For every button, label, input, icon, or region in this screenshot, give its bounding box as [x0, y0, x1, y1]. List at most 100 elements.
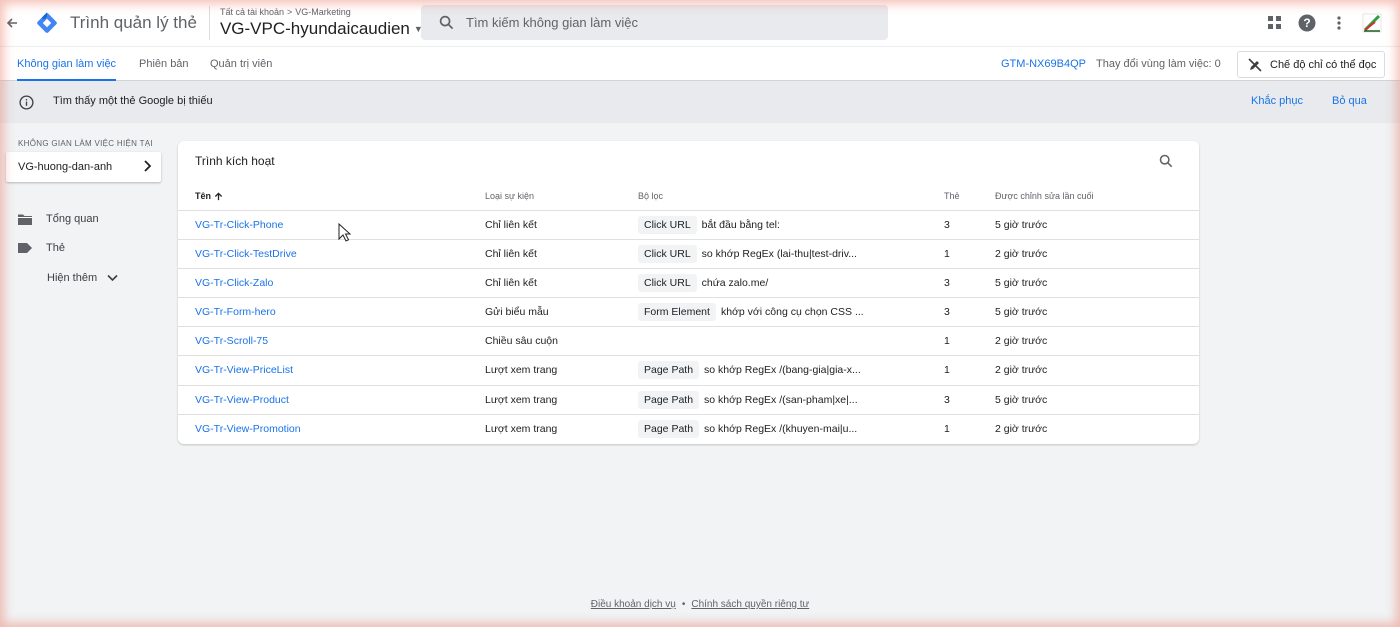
- trigger-name-link[interactable]: VG-Tr-View-Promotion: [195, 415, 301, 444]
- column-header-filter[interactable]: Bộ lọc: [638, 191, 663, 201]
- table-row[interactable]: VG-Tr-Click-TestDrive Chỉ liên kết Click U…: [178, 239, 1199, 268]
- filter-variable-chip: Page Path: [638, 419, 700, 438]
- event-type: Chỉ liên kết: [485, 248, 537, 261]
- column-header-last-edited[interactable]: Được chỉnh sửa lần cuối: [995, 191, 1094, 201]
- column-header-event-type[interactable]: Loại sự kiện: [485, 191, 534, 201]
- trigger-name-link[interactable]: VG-Tr-Click-Phone: [195, 211, 283, 240]
- dismiss-button[interactable]: Bỏ qua: [1332, 95, 1367, 107]
- tab-versions[interactable]: Phiên bản: [139, 47, 189, 81]
- last-edited: 2 giờ trước: [995, 335, 1048, 348]
- app-title: Trình quản lý thẻ: [70, 13, 197, 32]
- privacy-policy-link[interactable]: Chính sách quyền riêng tư: [691, 599, 809, 610]
- svg-text:?: ?: [1303, 16, 1310, 30]
- tag-manager-logo[interactable]: [34, 10, 60, 36]
- last-edited: 2 giờ trước: [995, 422, 1048, 435]
- table-row[interactable]: VG-Tr-Scroll-75 Chiều sâu cuộn 1 2 giờ trướ…: [178, 326, 1199, 355]
- workspace-search[interactable]: [421, 5, 888, 40]
- show-more-label: Hiện thêm: [47, 272, 98, 284]
- trigger-name-link[interactable]: VG-Tr-Click-TestDrive: [195, 240, 297, 269]
- tag-count: 3: [944, 219, 950, 231]
- search-icon[interactable]: [1159, 154, 1173, 173]
- event-type: Lượt xem trang: [485, 422, 558, 435]
- folder-icon: [18, 214, 32, 225]
- filter-cell: Page Path so khớp RegEx /(san-pham|xe|...: [638, 386, 858, 414]
- sidebar-item-overview[interactable]: Tổng quan: [18, 213, 99, 225]
- breadcrumb: Tất cả tài khoản > VG-Marketing: [220, 7, 423, 17]
- edit-off-icon: [1248, 57, 1262, 72]
- current-workspace-selector[interactable]: VG-huong-dan-anh: [6, 152, 161, 182]
- filter-variable-chip: Click URL: [638, 245, 697, 264]
- table-row[interactable]: VG-Tr-View-PriceList Lượt xem trang Page P…: [178, 355, 1199, 384]
- search-icon: [439, 15, 454, 30]
- fix-button[interactable]: Khắc phục: [1251, 95, 1303, 107]
- filter-condition: so khớp RegEx /(khuyen-mai|u...: [704, 422, 858, 435]
- terms-of-service-link[interactable]: Điều khoản dịch vụ: [591, 599, 676, 610]
- missing-tag-notice: Tìm thấy một thẻ Google bị thiếu Khắc ph…: [0, 81, 1400, 123]
- sidebar-item-tags[interactable]: Thẻ: [18, 242, 65, 254]
- sidebar-item-label: Tổng quan: [46, 213, 99, 225]
- chevron-down-icon: [107, 274, 118, 282]
- tag-count: 3: [944, 277, 950, 290]
- tab-admin[interactable]: Quản trị viên: [210, 47, 272, 81]
- filter-variable-chip: Page Path: [638, 390, 700, 409]
- column-header-name[interactable]: Tên: [195, 191, 223, 201]
- column-header-name-label: Tên: [195, 191, 212, 201]
- more-vert-icon[interactable]: [1330, 14, 1348, 32]
- current-workspace-label: KHÔNG GIAN LÀM VIỆC HIỆN TẠI: [18, 139, 153, 148]
- table-row[interactable]: VG-Tr-View-Product Lượt xem trang Page Pat…: [178, 384, 1199, 415]
- apps-grid-icon[interactable]: [1266, 14, 1284, 32]
- help-icon[interactable]: ?: [1298, 14, 1316, 32]
- trigger-name-link[interactable]: VG-Tr-Click-Zalo: [195, 269, 273, 298]
- breadcrumb-all-accounts[interactable]: Tất cả tài khoản: [220, 7, 284, 17]
- search-input[interactable]: [466, 15, 866, 30]
- event-type: Gửi biểu mẫu: [485, 306, 549, 319]
- workspace-changes-count: Thay đổi vùng làm việc: 0: [1096, 58, 1221, 70]
- top-app-bar: Trình quản lý thẻ Tất cả tài khoản > VG-…: [0, 0, 1400, 46]
- container-selector[interactable]: Tất cả tài khoản > VG-Marketing VG-VPC-h…: [220, 7, 423, 39]
- chevron-right-icon: [144, 160, 151, 172]
- filter-condition: chứa zalo.me/: [701, 277, 769, 290]
- table-row[interactable]: VG-Tr-Click-Zalo Chỉ liên kết Click URL chứ…: [178, 268, 1199, 297]
- triggers-card: Trình kích hoạt Tên Loại sự kiện Bộ lọc …: [178, 141, 1199, 444]
- container-id-link[interactable]: GTM-NX69B4QP: [1001, 47, 1086, 81]
- filter-condition: bắt đầu bằng tel:: [701, 219, 780, 231]
- tag-icon: [18, 243, 32, 253]
- filter-variable-chip: Click URL: [638, 216, 697, 234]
- tag-count: 1: [944, 422, 950, 435]
- card-title: Trình kích hoạt: [195, 154, 275, 168]
- read-only-mode-label: Chế độ chỉ có thể đọc: [1270, 58, 1377, 71]
- back-arrow-icon[interactable]: [0, 0, 24, 46]
- tab-workspace[interactable]: Không gian làm việc: [17, 47, 117, 81]
- filter-cell: Page Path so khớp RegEx /(bang-gia|gia-x.…: [638, 356, 861, 384]
- filter-cell: Click URL chứa zalo.me/: [638, 269, 768, 297]
- column-header-tags[interactable]: Thẻ: [944, 191, 960, 201]
- sort-ascending-icon: [214, 191, 223, 200]
- top-actions: ?: [1266, 0, 1382, 46]
- filter-variable-chip: Click URL: [638, 274, 697, 293]
- event-type: Chỉ liên kết: [485, 219, 537, 231]
- mouse-cursor-icon: [338, 222, 352, 247]
- table-row[interactable]: VG-Tr-Click-Phone Chỉ liên kết Click URL bắ…: [178, 210, 1199, 239]
- trigger-name-link[interactable]: VG-Tr-Form-hero: [195, 298, 276, 327]
- read-only-mode-button[interactable]: Chế độ chỉ có thể đọc: [1237, 51, 1385, 78]
- breadcrumb-account[interactable]: VG-Marketing: [295, 7, 351, 17]
- last-edited: 5 giờ trước: [995, 277, 1048, 290]
- footer: Điều khoản dịch vụ • Chính sách quyền ri…: [0, 599, 1400, 610]
- filter-condition: so khớp RegEx /(san-pham|xe|...: [704, 393, 858, 406]
- filter-condition: so khớp RegEx /(bang-gia|gia-x...: [704, 364, 861, 377]
- table-row[interactable]: VG-Tr-View-Promotion Lượt xem trang Page P…: [178, 413, 1199, 444]
- profile-logo[interactable]: [1362, 13, 1382, 33]
- show-more-button[interactable]: Hiện thêm: [47, 272, 118, 284]
- last-edited: 5 giờ trước: [995, 306, 1048, 319]
- container-name-dropdown[interactable]: VG-VPC-hyundaicaudien ▼: [220, 19, 423, 39]
- trigger-name-link[interactable]: VG-Tr-View-PriceList: [195, 356, 293, 385]
- filter-variable-chip: Page Path: [638, 361, 700, 380]
- trigger-name-link[interactable]: VG-Tr-Scroll-75: [195, 327, 268, 356]
- triggers-table-body: VG-Tr-Click-Phone Chỉ liên kết Click URL bắ…: [178, 210, 1199, 443]
- trigger-name-link[interactable]: VG-Tr-View-Product: [195, 386, 289, 415]
- filter-cell: Click URL so khớp RegEx (lai-thu|test-dri…: [638, 240, 857, 268]
- tag-count: 3: [944, 306, 950, 319]
- last-edited: 2 giờ trước: [995, 248, 1048, 261]
- table-row[interactable]: VG-Tr-Form-hero Gửi biểu mẫu Form Element k…: [178, 297, 1199, 326]
- container-name: VG-VPC-hyundaicaudien: [219, 19, 410, 38]
